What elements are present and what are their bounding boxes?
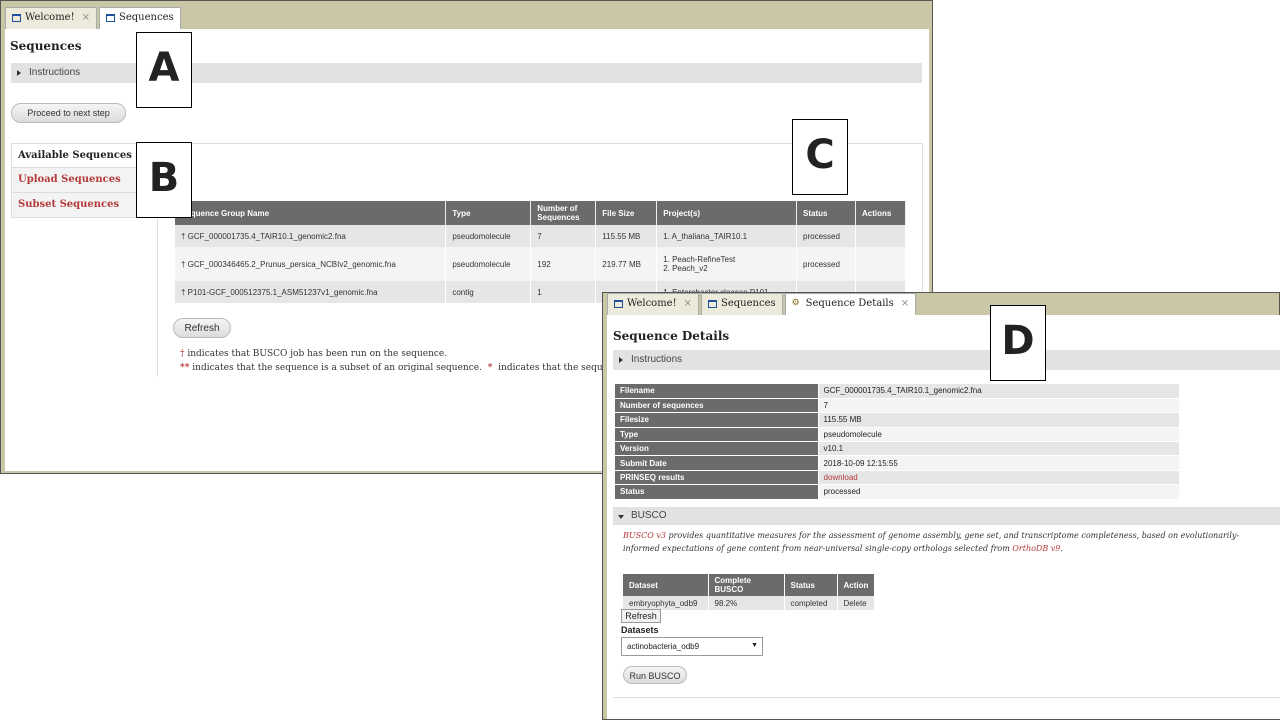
annotation-label-c: C xyxy=(792,119,848,195)
page-title: Sequence Details xyxy=(613,329,730,343)
column-header[interactable]: Sequence Group Name xyxy=(175,201,447,225)
proceed-button[interactable]: Proceed to next step xyxy=(11,103,126,123)
sequence-details-window: Welcome! × Sequences ⚙ Sequence Details × S… xyxy=(602,292,1280,720)
tab-bar: Welcome! × Sequences xyxy=(5,7,183,29)
sequence-link[interactable]: † GCF_000001735.4_TAIR10.1_genomic2.fna xyxy=(175,225,447,247)
column-header[interactable]: Number of Sequences xyxy=(530,201,597,225)
legend-note: † indicates that BUSCO job has been run … xyxy=(180,349,448,359)
column-header[interactable]: Status xyxy=(796,201,856,225)
tab-bar: Welcome! × Sequences ⚙ Sequence Details × xyxy=(607,293,918,315)
column-header: Complete BUSCO xyxy=(708,574,785,596)
caret-right-icon xyxy=(619,357,623,363)
column-header[interactable]: File Size xyxy=(595,201,658,225)
annotation-label-a: A xyxy=(136,32,192,108)
column-header[interactable]: Project(s) xyxy=(656,201,798,225)
sidebar-item-subset[interactable]: Subset Sequences xyxy=(11,193,137,218)
tab-welcome[interactable]: Welcome! × xyxy=(5,7,98,29)
sequence-link[interactable]: † GCF_000346465.2_Prunus_persica_NCBIv2_… xyxy=(175,247,447,281)
gear-icon: ⚙ xyxy=(791,298,800,308)
sequence-link[interactable]: † P101-GCF_000512375.1_ASM51237v1_genomi… xyxy=(175,281,447,303)
window-icon xyxy=(708,300,718,308)
column-header: Action xyxy=(837,574,876,596)
column-header[interactable]: Type xyxy=(445,201,532,225)
annotation-label-d: D xyxy=(990,305,1046,381)
window-icon xyxy=(106,14,116,22)
table-row: † GCF_000001735.4_TAIR10.1_genomic2.fna … xyxy=(175,225,906,247)
busco-refresh-button[interactable]: Refresh xyxy=(621,609,661,623)
tab-sequence-details[interactable]: ⚙ Sequence Details × xyxy=(784,293,917,315)
refresh-button[interactable]: Refresh xyxy=(173,318,231,338)
column-header: Dataset xyxy=(623,574,709,596)
legend-note: ** indicates that the sequence is a subs… xyxy=(180,363,635,373)
divider xyxy=(613,697,1280,698)
status-link[interactable]: processed xyxy=(796,225,856,247)
main-content: Sequence Details Instructions Filename GC… xyxy=(607,315,1280,719)
sidebar-item-available[interactable]: Available Sequences xyxy=(11,143,137,168)
busco-toggle[interactable]: BUSCO xyxy=(613,507,1280,525)
table-row: embryophyta_odb9 98.2% completed Delete xyxy=(623,596,876,610)
sequences-table: Sequence Group Name Type Number of Seque… xyxy=(175,201,906,303)
close-icon[interactable]: × xyxy=(684,298,692,309)
tab-welcome[interactable]: Welcome! × xyxy=(607,293,700,315)
caret-down-icon xyxy=(618,515,624,519)
run-busco-button[interactable]: Run BUSCO xyxy=(623,666,687,684)
datasets-label: Datasets xyxy=(621,625,659,635)
instructions-toggle[interactable]: Instructions xyxy=(613,350,1280,370)
status-link[interactable]: processed xyxy=(796,247,856,281)
dataset-select[interactable]: actinobacteria_odb9 ▼ xyxy=(621,637,763,656)
orthodb-link[interactable]: OrthoDB v9 xyxy=(1012,544,1060,553)
close-icon[interactable]: × xyxy=(82,12,90,23)
close-icon[interactable]: × xyxy=(901,298,909,309)
sidebar-item-upload[interactable]: Upload Sequences xyxy=(11,168,137,193)
window-icon xyxy=(12,14,21,22)
busco-link[interactable]: BUSCO v3 xyxy=(623,531,666,540)
tab-sequences[interactable]: Sequences xyxy=(701,293,783,315)
window-icon xyxy=(614,300,623,308)
busco-table: Dataset Complete BUSCO Status Action emb… xyxy=(623,574,876,610)
page-title: Sequences xyxy=(10,39,82,53)
table-row: † GCF_000346465.2_Prunus_persica_NCBIv2_… xyxy=(175,247,906,281)
chevron-down-icon: ▼ xyxy=(751,642,758,649)
tab-sequences[interactable]: Sequences xyxy=(99,7,181,29)
details-table: Filename GCF_000001735.4_TAIR10.1_genomic… xyxy=(615,384,1179,500)
download-link[interactable]: download xyxy=(818,470,1179,486)
busco-description: BUSCO v3 provides quantitative measures … xyxy=(623,531,1240,553)
sidebar: Available Sequences Upload Sequences Sub… xyxy=(11,143,137,218)
caret-right-icon xyxy=(17,70,21,76)
column-header: Status xyxy=(784,574,838,596)
column-header: Actions xyxy=(855,201,906,225)
annotation-label-b: B xyxy=(136,142,192,218)
delete-link[interactable]: Delete xyxy=(837,596,876,610)
